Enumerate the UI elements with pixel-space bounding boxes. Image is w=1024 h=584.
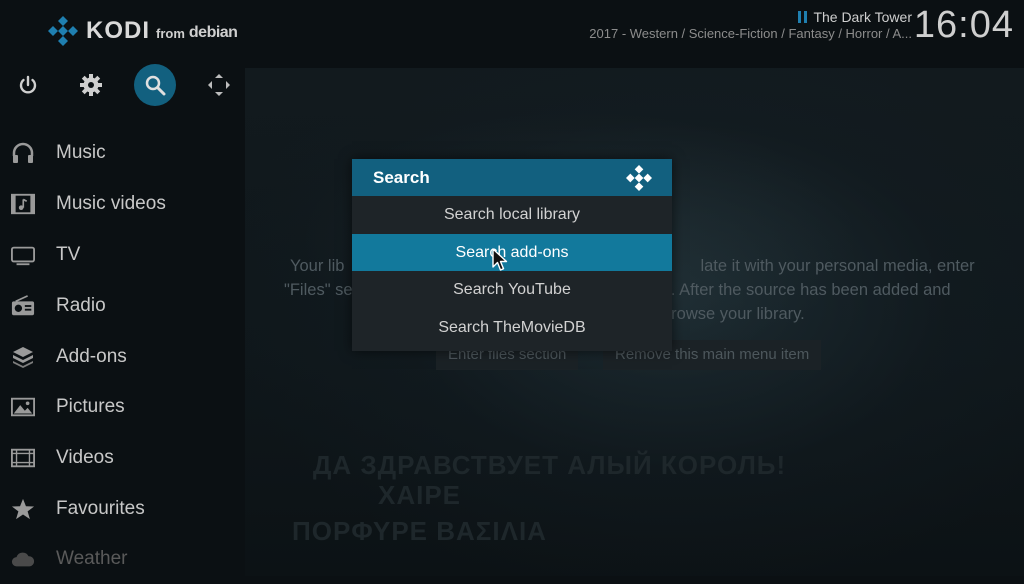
dialog-option-list: Search local library Search add-ons Sear… — [352, 196, 672, 346]
dialog-title: Search — [373, 167, 430, 187]
poster-text-russian: ДА ЗДРАВСТВУЕТ АЛЫЙ КОРОЛЬ! — [312, 450, 787, 480]
search-icon — [145, 75, 166, 96]
star-icon — [11, 497, 35, 521]
search-dialog: Search Search local library Search add-o… — [352, 159, 672, 351]
film-icon — [11, 446, 35, 470]
brand-from: from — [156, 25, 185, 41]
cloud-icon — [11, 547, 35, 571]
sidebar-item-label: Music videos — [56, 193, 166, 214]
sidebar-item-music-videos[interactable]: Music videos — [0, 179, 245, 229]
brand-distro: debian — [188, 23, 238, 41]
music-video-icon — [11, 192, 35, 216]
fullscreen-button[interactable] — [198, 64, 240, 106]
search-addons-option[interactable]: Search add-ons — [352, 233, 672, 271]
gear-icon — [80, 74, 102, 96]
now-playing-title-text: The Dark Tower — [813, 9, 912, 25]
search-button[interactable] — [134, 64, 176, 106]
background-text-line-3: browse your library. — [662, 305, 805, 323]
sidebar-item-addons[interactable]: Add-ons — [0, 332, 245, 382]
sidebar-item-label: Videos — [56, 447, 114, 468]
sidebar-item-label: TV — [56, 244, 81, 265]
search-youtube-option[interactable]: Search YouTube — [352, 271, 672, 309]
pause-icon — [798, 11, 808, 23]
sidebar-item-label: Favourites — [56, 498, 145, 519]
power-icon — [19, 75, 37, 94]
sidebar-item-radio[interactable]: Radio — [0, 281, 245, 331]
sidebar-item-label: Weather — [56, 548, 128, 569]
tv-icon — [11, 243, 35, 267]
now-playing-subtitle: 2017 - Western / Science-Fiction / Fanta… — [589, 26, 912, 41]
sidebar-item-label: Radio — [56, 295, 106, 316]
kodi-logo-icon — [48, 16, 78, 46]
kodi-logo: KODI from debian — [48, 14, 238, 48]
pictures-icon — [11, 395, 35, 419]
kodi-logo-icon — [626, 164, 652, 191]
settings-button[interactable] — [70, 64, 112, 106]
search-local-library-option[interactable]: Search local library — [352, 196, 672, 234]
sidebar-item-videos[interactable]: Videos — [0, 433, 245, 483]
dialog-header: Search — [352, 159, 672, 196]
sidebar-item-label: Music — [56, 142, 106, 163]
sidebar-item-pictures[interactable]: Pictures — [0, 382, 245, 432]
power-button[interactable] — [7, 64, 49, 106]
headphones-icon — [11, 141, 35, 165]
mouse-cursor-icon — [492, 248, 508, 271]
radio-icon — [11, 294, 35, 318]
sidebar-item-label: Add-ons — [56, 346, 127, 367]
addons-box-icon — [11, 345, 35, 369]
sidebar-item-tv[interactable]: TV — [0, 230, 245, 280]
sidebar-item-label: Pictures — [56, 396, 125, 417]
fullscreen-icon — [208, 74, 230, 96]
sidebar-item-favourites[interactable]: Favourites — [0, 484, 245, 534]
search-themoviedb-option[interactable]: Search TheMovieDB — [352, 309, 672, 347]
clock: 16:04 — [913, 4, 1014, 46]
sidebar-item-music[interactable]: Music — [0, 128, 245, 178]
sidebar-item-weather[interactable]: Weather — [0, 534, 245, 584]
brand-name: KODI — [86, 17, 150, 44]
now-playing-title: The Dark Tower — [798, 9, 912, 25]
